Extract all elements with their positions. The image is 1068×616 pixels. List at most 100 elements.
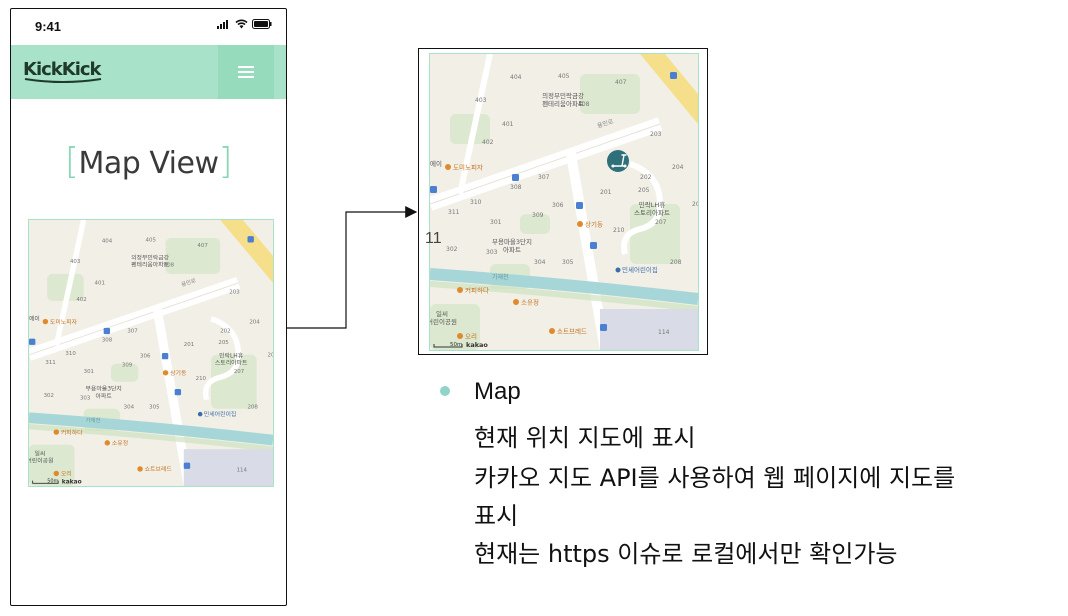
apartment-label: 스토리아파트 <box>215 359 248 367</box>
building-number: 405 <box>558 73 570 80</box>
building-number: 308 <box>510 184 522 191</box>
building-number: 210 <box>613 227 625 234</box>
poi-shortbread: 쇼트브레드 <box>145 465 173 473</box>
building-number: 303 <box>80 396 90 402</box>
poi-pharm: 에이 <box>430 159 442 168</box>
apartment-label: 부용마을3단지 <box>492 237 532 246</box>
building-block <box>183 449 273 486</box>
poi-coffee-marker <box>53 429 60 435</box>
map-view-large[interactable]: 4044054074034084014022032042022012052062… <box>429 53 699 351</box>
building-number: 208 <box>248 405 259 411</box>
building-number: 305 <box>562 259 574 266</box>
phone-mockup: 9:41 KickKick [Map View] 404 405 407 403 408… <box>10 8 287 606</box>
poi-ori-marker <box>53 470 60 477</box>
building-number: 302 <box>44 393 54 399</box>
bus-stop-icon <box>590 242 597 249</box>
hamburger-icon <box>238 66 254 78</box>
poi-shortbread-marker <box>549 328 555 334</box>
apartment-label: 의정부민락금강 <box>542 91 584 100</box>
bus-stop-icon <box>174 388 182 396</box>
page-title: [Map View] <box>11 141 286 182</box>
apartment-label: 펜테리움아파트 <box>131 261 170 269</box>
building-number: 205 <box>218 340 228 346</box>
bus-stop-icon <box>600 324 607 331</box>
building-number: 401 <box>95 281 105 287</box>
app-header: KickKick <box>11 45 286 99</box>
scale-label: 50m <box>47 478 58 484</box>
building-number: 407 <box>197 243 207 249</box>
apartment-label: 민락LH휴 <box>219 352 244 360</box>
poi-coffee-marker <box>457 287 463 293</box>
poi-pharm: 에이 <box>29 315 40 323</box>
poi-soyu: 소유정 <box>112 440 128 447</box>
building-number: 208 <box>670 259 682 266</box>
battery-icon <box>252 19 272 29</box>
apartment-label: 민락LH휴 <box>639 200 665 209</box>
poi-dominos-marker <box>42 318 49 325</box>
building-number: 306 <box>552 202 564 209</box>
building-number: 207 <box>655 219 667 226</box>
description-line-1: 현재 위치 지도에 표시 <box>474 424 696 452</box>
poi-shortbread-marker <box>137 466 143 472</box>
kickkick-logo[interactable]: KickKick <box>23 55 103 87</box>
building-number: 201 <box>600 189 612 196</box>
building-number: 203 <box>650 131 662 138</box>
poi-dominos: 도미노피자 <box>50 318 78 326</box>
bus-stop-icon <box>430 186 437 193</box>
park-label: 일씨 <box>436 309 448 318</box>
building-number: 304 <box>124 405 135 411</box>
building-number: 307 <box>127 328 137 334</box>
logo-text: KickKick <box>23 59 103 80</box>
building-number: 311 <box>45 360 55 366</box>
building-number: 201 <box>184 342 194 348</box>
building-number: 114 <box>237 468 248 474</box>
bus-stop-icon <box>29 338 36 345</box>
scale-label: 50m <box>450 342 462 348</box>
status-icons <box>217 19 272 29</box>
poi-dominos-marker <box>445 164 451 170</box>
title-bracket-right: ] <box>218 141 233 182</box>
title-bracket-left: [ <box>64 141 79 182</box>
building-number: 206 <box>268 353 273 359</box>
building-block <box>600 309 698 350</box>
building-number: 401 <box>502 121 514 128</box>
apartment-label: 아파트 <box>503 245 521 254</box>
map-zoom-frame: 4044054074034084014022032042022012052062… <box>418 48 708 355</box>
map-canvas-large[interactable]: 4044054074034084014022032042022012052062… <box>430 54 698 350</box>
stream-name: 가재천 <box>85 416 100 424</box>
phone-map-view[interactable]: 4044054074034084014022032042022012052062… <box>28 219 274 487</box>
building-number: 404 <box>102 238 113 244</box>
building-number: 114 <box>658 329 670 336</box>
building-number: 204 <box>249 319 260 325</box>
bullet-dot <box>440 386 450 396</box>
hamburger-menu-button[interactable] <box>218 45 274 99</box>
building-number: 308 <box>102 337 113 343</box>
building-number: 305 <box>149 405 159 411</box>
building-number: 402 <box>76 297 86 303</box>
kakao-brand: kakao <box>466 341 488 349</box>
apartment-label: 부용마을3단지 <box>86 385 122 393</box>
building-number: 302 <box>446 246 458 253</box>
building-number: 403 <box>70 259 80 265</box>
poi-sanggi-marker <box>162 370 169 376</box>
status-time: 9:41 <box>35 19 62 34</box>
scooter-location-marker <box>607 150 629 172</box>
park-label: 어린이공원 <box>430 317 457 326</box>
bus-stop-icon <box>103 327 111 335</box>
apartment-label: 아파트 <box>96 392 113 400</box>
kakao-brand: kakao <box>62 479 82 485</box>
status-bar: 9:41 <box>11 9 286 45</box>
building-number: 307 <box>538 174 550 181</box>
poi-shortbread: 쇼트브레드 <box>557 327 587 336</box>
map-canvas-small[interactable]: 4044054074034084014022032042022012052062… <box>29 220 273 486</box>
building-number: 306 <box>140 354 151 360</box>
poi-sanggi-marker <box>577 221 583 227</box>
building-number: 304 <box>534 259 546 266</box>
bus-stop-icon <box>161 353 169 360</box>
poi-sanggi: 상기동 <box>585 220 603 229</box>
building-number: 303 <box>486 249 498 256</box>
building-number: 311 <box>448 209 460 216</box>
poi-childcare-marker <box>615 267 621 273</box>
poi-soyu: 소유정 <box>521 298 539 307</box>
poi-soyu-marker <box>104 440 111 446</box>
